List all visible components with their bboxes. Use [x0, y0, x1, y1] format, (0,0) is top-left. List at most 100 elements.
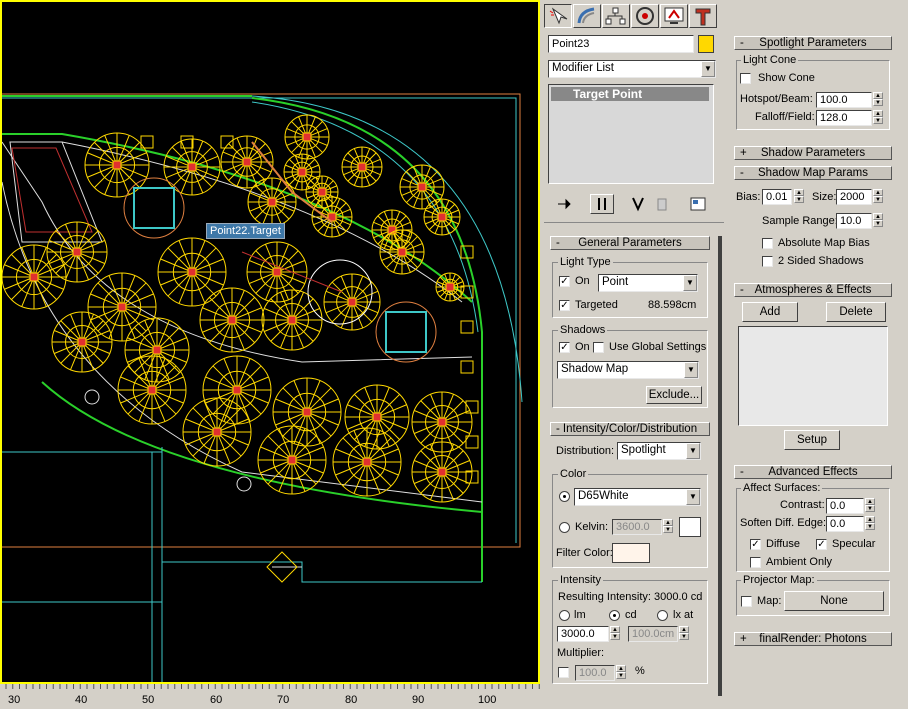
- rollout-atmospheres-effects[interactable]: - Atmospheres & Effects: [734, 283, 892, 297]
- lm-radio[interactable]: [559, 610, 570, 621]
- rollout-shadow-parameters[interactable]: + Shadow Parameters: [734, 146, 892, 160]
- group-label: Intensity: [558, 574, 603, 586]
- intensity-spinner[interactable]: ▲ ▼: [610, 626, 620, 640]
- object-color-swatch[interactable]: [698, 35, 714, 53]
- kelvin-spinner[interactable]: ▲ ▼: [663, 519, 673, 533]
- panel-scrollbar[interactable]: [718, 236, 722, 696]
- utilities-icon[interactable]: [689, 4, 717, 28]
- time-ruler[interactable]: 30 40 50 60 70 80 90 100: [0, 684, 544, 706]
- add-effect-button[interactable]: Add: [742, 302, 798, 322]
- size-spinner[interactable]: ▲ ▼: [873, 189, 883, 203]
- display-icon[interactable]: [660, 4, 688, 28]
- stack-item-target-point[interactable]: Target Point: [551, 87, 709, 101]
- lx-distance-field[interactable]: 100.0cm: [628, 626, 678, 642]
- two-sided-shadows-label: 2 Sided Shadows: [778, 255, 864, 267]
- rollout-title: Atmospheres & Effects: [754, 284, 872, 296]
- cd-radio[interactable]: [609, 610, 620, 621]
- projector-map-button[interactable]: None: [784, 591, 884, 611]
- lx-distance-spinner[interactable]: ▲ ▼: [679, 626, 689, 640]
- exclude-button[interactable]: Exclude...: [646, 386, 702, 404]
- diffuse-checkbox[interactable]: ✓: [750, 539, 761, 550]
- falloff-field[interactable]: 128.0: [816, 110, 872, 126]
- distribution-dropdown[interactable]: Spotlight ▼: [617, 442, 701, 460]
- hierarchy-icon[interactable]: [602, 4, 630, 28]
- ruler-tick: 60: [210, 694, 223, 706]
- remove-modifier-icon[interactable]: [652, 194, 672, 214]
- falloff-spinner[interactable]: ▲ ▼: [873, 110, 883, 124]
- hotspot-spinner[interactable]: ▲ ▼: [873, 92, 883, 106]
- rollout-shadow-map-params[interactable]: - Shadow Map Params: [734, 166, 892, 180]
- pin-stack-icon[interactable]: [554, 194, 574, 214]
- bias-spinner[interactable]: ▲ ▼: [794, 189, 804, 203]
- contrast-field[interactable]: 0.0: [826, 498, 864, 514]
- projector-map-checkbox[interactable]: [741, 596, 752, 607]
- object-name-field[interactable]: Point23: [548, 35, 694, 53]
- configure-sets-icon[interactable]: [688, 194, 708, 214]
- light-marker: [302, 407, 312, 417]
- modify-icon[interactable]: [573, 4, 601, 28]
- sample-range-field[interactable]: 10.0: [836, 213, 872, 229]
- ambient-only-checkbox[interactable]: [750, 557, 761, 568]
- absolute-map-bias-checkbox[interactable]: [762, 238, 773, 249]
- kelvin-radio[interactable]: [559, 522, 570, 533]
- light-type-dropdown[interactable]: Point ▼: [598, 274, 698, 292]
- targeted-checkbox[interactable]: ✓: [559, 300, 570, 311]
- light-marker: [147, 385, 157, 395]
- specular-checkbox[interactable]: ✓: [816, 539, 827, 550]
- size-field[interactable]: 2000: [836, 189, 872, 205]
- kelvin-color-swatch[interactable]: [679, 517, 701, 537]
- bias-field[interactable]: 0.01: [762, 189, 792, 205]
- viewport-top[interactable]: Point22.Target: [0, 0, 540, 684]
- light-marker: [437, 417, 447, 427]
- effects-list[interactable]: [738, 326, 888, 426]
- modifier-list-dropdown[interactable]: Modifier List ▼: [548, 60, 716, 78]
- shadow-type-dropdown[interactable]: Shadow Map ▼: [557, 361, 699, 379]
- distribution-value: Spotlight: [621, 444, 666, 456]
- setup-effect-button[interactable]: Setup: [784, 430, 840, 450]
- light-on-label: On: [575, 275, 590, 287]
- multiplier-checkbox[interactable]: [558, 667, 569, 678]
- command-panel-right: - Spotlight Parameters Light Cone Show Co…: [728, 0, 908, 706]
- show-cone-checkbox[interactable]: [740, 73, 751, 84]
- sample-range-spinner[interactable]: ▲ ▼: [873, 213, 883, 227]
- filter-color-swatch[interactable]: [612, 543, 650, 563]
- rollout-spotlight-parameters[interactable]: - Spotlight Parameters: [734, 36, 892, 50]
- contrast-spinner[interactable]: ▲ ▼: [865, 498, 875, 512]
- use-global-settings-label: Use Global Settings: [609, 341, 707, 353]
- command-panel: Point23 Modifier List ▼ Target Point - Gen…: [542, 0, 728, 706]
- delete-effect-button[interactable]: Delete: [826, 302, 886, 322]
- rollout-finalrender-photons[interactable]: + finalRender: Photons: [734, 632, 892, 646]
- make-unique-icon[interactable]: [628, 194, 648, 214]
- hotspot-field[interactable]: 100.0: [816, 92, 872, 108]
- percent-label: %: [635, 665, 645, 677]
- light-marker: [357, 162, 367, 172]
- diffuse-label: Diffuse: [766, 538, 801, 550]
- light-marker: [362, 457, 372, 467]
- multiplier-spinner[interactable]: ▲ ▼: [616, 665, 626, 679]
- two-sided-shadows-checkbox[interactable]: [762, 256, 773, 267]
- lx-at-radio[interactable]: [657, 610, 668, 621]
- group-label: Light Cone: [741, 54, 799, 66]
- rollout-intensity-color-distribution[interactable]: - Intensity/Color/Distribution: [550, 422, 710, 436]
- color-preset-radio[interactable]: [559, 491, 570, 502]
- kelvin-field[interactable]: 3600.0: [612, 519, 662, 535]
- motion-icon[interactable]: [631, 4, 659, 28]
- soften-diff-edge-spinner[interactable]: ▲ ▼: [865, 516, 875, 530]
- soften-diff-edge-field[interactable]: 0.0: [826, 516, 864, 532]
- show-end-result-icon[interactable]: [590, 194, 614, 214]
- rollout-advanced-effects[interactable]: - Advanced Effects: [734, 465, 892, 479]
- light-on-checkbox[interactable]: ✓: [559, 276, 570, 287]
- rollout-general-parameters[interactable]: - General Parameters: [550, 236, 710, 250]
- create-icon[interactable]: [544, 4, 572, 28]
- light-marker: [187, 162, 197, 172]
- color-preset-dropdown[interactable]: D65White ▼: [574, 488, 701, 506]
- multiplier-field[interactable]: 100.0: [575, 665, 615, 681]
- intensity-field[interactable]: 3000.0: [557, 626, 609, 642]
- light-marker: [72, 247, 82, 257]
- shadows-on-checkbox[interactable]: ✓: [559, 342, 570, 353]
- light-marker: [397, 247, 407, 257]
- light-marker: [297, 167, 307, 177]
- ruler-tick: 80: [345, 694, 358, 706]
- use-global-settings-checkbox[interactable]: [593, 342, 604, 353]
- modifier-stack[interactable]: Target Point: [548, 84, 714, 184]
